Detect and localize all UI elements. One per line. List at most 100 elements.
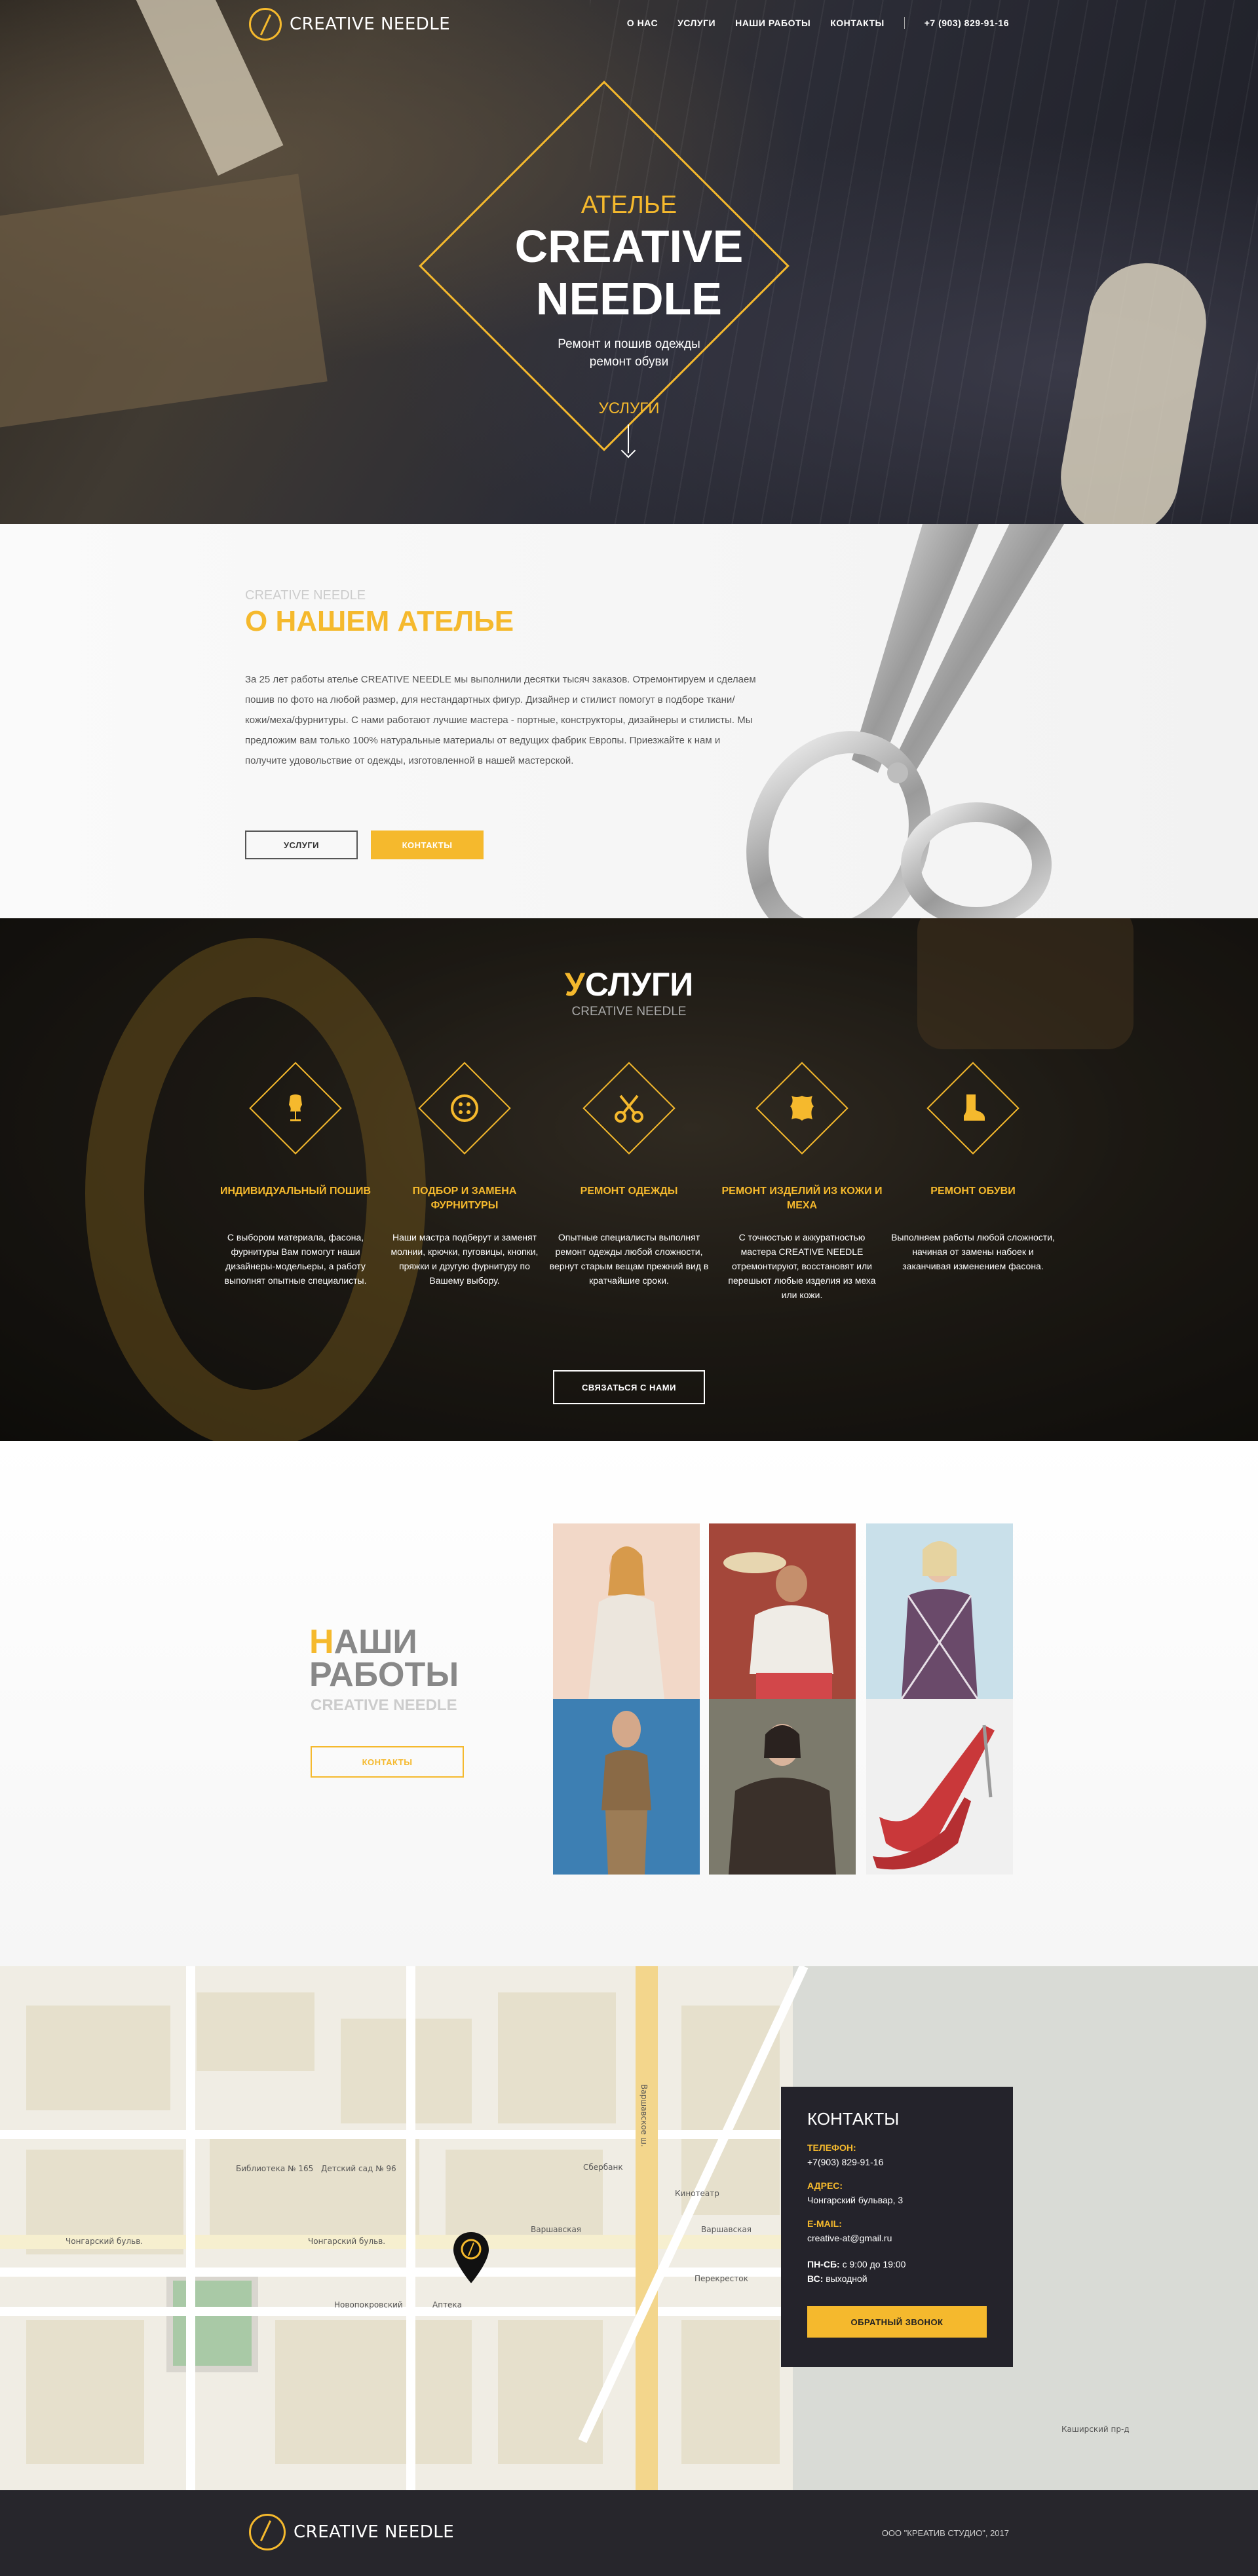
map-marker-icon[interactable] xyxy=(452,2231,490,2285)
contacts-sunday-label: ВС: xyxy=(807,2273,824,2284)
contacts-address-label: АДРЕС: xyxy=(807,2180,843,2191)
map-street xyxy=(0,2130,793,2139)
map-label: Варшавская xyxy=(701,2225,752,2234)
map-block xyxy=(681,2320,780,2464)
service-title: РЕМОНТ ИЗДЕЛИЙ ИЗ КОЖИ И МЕХА xyxy=(721,1185,883,1211)
map-label: Аптека xyxy=(432,2300,463,2309)
service-item: РЕМОНТ ОБУВИ Выполняем работы любой слож… xyxy=(891,1062,1055,1273)
services-section: УСЛУГИ CREATIVE NEEDLE ИНДИВИДУАЛЬНЫЙ ПО… xyxy=(0,918,1258,1441)
map-section[interactable]: Чонгарский бульв. Чонгарский бульв. Варш… xyxy=(0,1966,1258,2490)
scissors-image xyxy=(746,524,1064,918)
service-desc: Опытные специалисты выполнят ремонт одеж… xyxy=(549,1232,709,1286)
service-desc: С выбором материала, фасона, фурнитуры В… xyxy=(224,1232,367,1286)
hero-section: АТЕЛЬЕ CREATIVE NEEDLE Ремонт и пошив од… xyxy=(0,0,1258,524)
works-title-line2: РАБОТЫ xyxy=(309,1656,459,1694)
map-label: Каширский пр-д xyxy=(1061,2425,1130,2434)
map-block xyxy=(498,2320,603,2464)
map-street xyxy=(406,1966,415,2490)
contacts-phone-label: ТЕЛЕФОН: xyxy=(807,2142,856,2153)
logo-text: CREATIVE NEEDLE xyxy=(290,14,451,34)
nav-link-about[interactable]: О НАС xyxy=(627,18,658,28)
footer-needle-logo-icon xyxy=(249,2514,286,2550)
map-street xyxy=(186,1966,195,2490)
needle-logo-icon xyxy=(249,8,282,41)
map-block xyxy=(275,2320,472,2464)
hero-title-line1: CREATIVE xyxy=(514,221,744,272)
work-photo-khaki-suit[interactable] xyxy=(553,1699,700,1875)
work-photo-fur-coat[interactable] xyxy=(709,1699,856,1875)
hero-services-link[interactable]: УСЛУГИ xyxy=(0,400,1258,418)
callback-button[interactable]: ОБРАТНЫЙ ЗВОНОК xyxy=(807,2306,987,2338)
works-contacts-button[interactable]: КОНТАКТЫ xyxy=(311,1746,464,1778)
service-item: ПОДБОР И ЗАМЕНА ФУРНИТУРЫ Наши мастра по… xyxy=(383,1062,546,1288)
map-block xyxy=(210,2137,419,2235)
map-label: Чонгарский бульв. xyxy=(66,2237,143,2246)
contacts-hours-label: ПН-СБ: xyxy=(807,2259,840,2269)
map-label: Варшавское ш. xyxy=(639,2084,649,2147)
service-item: РЕМОНТ ИЗДЕЛИЙ ИЗ КОЖИ И МЕХА С точность… xyxy=(720,1062,884,1302)
scissors-icon xyxy=(598,1077,660,1140)
contacts-hours-value: с 9:00 до 19:00 xyxy=(842,2259,906,2269)
map-block xyxy=(26,2320,144,2464)
map-block xyxy=(26,2006,170,2110)
hero-title: CREATIVE NEEDLE xyxy=(0,220,1258,325)
nav-link-contacts[interactable]: КОНТАКТЫ xyxy=(830,18,884,28)
map-stadium xyxy=(166,2274,258,2372)
services-title-rest: СЛУГИ xyxy=(584,966,694,1003)
service-diamond xyxy=(582,1062,676,1155)
nav-link-services[interactable]: УСЛУГИ xyxy=(677,18,715,28)
about-contacts-button[interactable]: КОНТАКТЫ xyxy=(371,831,484,859)
contact-us-button[interactable]: СВЯЗАТЬСЯ С НАМИ xyxy=(553,1370,705,1404)
contacts-sunday: ВС: выходной xyxy=(807,2273,987,2284)
work-photo-white-dress[interactable] xyxy=(553,1523,700,1699)
map-block xyxy=(498,1992,616,2123)
works-title-line1: НАШИ xyxy=(309,1625,459,1659)
works-section: НАШИ РАБОТЫ CREATIVE NEEDLE КОНТАКТЫ xyxy=(0,1441,1258,1966)
service-diamond xyxy=(755,1062,848,1155)
map-label: Сбербанк xyxy=(583,2163,623,2172)
work-photo-red-shoes[interactable] xyxy=(866,1699,1013,1875)
services-title-accent: У xyxy=(564,966,585,1003)
nav-divider xyxy=(904,17,905,29)
footer-logo[interactable]: CREATIVE NEEDLE xyxy=(249,2514,454,2550)
map-label: Варшавская xyxy=(531,2225,582,2234)
about-text: За 25 лет работы ателье CREATIVE NEEDLE … xyxy=(245,674,756,766)
button-icon xyxy=(433,1077,496,1140)
hero-title-line2: NEEDLE xyxy=(536,273,722,324)
service-title: ИНДИВИДУАЛЬНЫЙ ПОШИВ xyxy=(219,1185,372,1197)
about-services-button[interactable]: УСЛУГИ xyxy=(245,831,358,859)
map-label: Перекресток xyxy=(695,2274,748,2283)
leather-icon xyxy=(771,1077,833,1140)
works-title: НАШИ РАБОТЫ xyxy=(309,1625,459,1694)
contacts-email[interactable]: creative-at@gmail.ru xyxy=(807,2233,987,2243)
contacts-address: Чонгарский бульвар, 3 xyxy=(807,2195,904,2205)
service-desc: С точностью и аккуратностью мастера CREA… xyxy=(728,1232,876,1300)
hero-subtitle-line2: ремонт обуви xyxy=(589,355,669,369)
contacts-card: КОНТАКТЫ ТЕЛЕФОН: +7(903) 829-91-16 АДРЕ… xyxy=(781,2087,1013,2367)
site-logo[interactable]: CREATIVE NEEDLE xyxy=(249,8,450,41)
footer-copyright: ООО "КРЕАТИВ СТУДИО", 2017 xyxy=(881,2528,1009,2538)
about-subtitle: CREATIVE NEEDLE xyxy=(245,588,366,603)
service-desc: Выполняем работы любой сложности, начина… xyxy=(891,1232,1055,1271)
nav-link-works[interactable]: НАШИ РАБОТЫ xyxy=(735,18,810,28)
map-block xyxy=(197,1992,314,2071)
service-diamond xyxy=(418,1062,511,1155)
about-section: CREATIVE NEEDLE О НАШЕМ АТЕЛЬЕ За 25 лет… xyxy=(0,524,1258,918)
services-title: УСЛУГИ xyxy=(0,965,1258,1003)
map-label: Детский сад № 96 xyxy=(321,2164,396,2173)
work-photo-man-hat[interactable] xyxy=(709,1523,856,1699)
work-photo-checked-coat[interactable] xyxy=(866,1523,1013,1699)
map-label: Библиотека № 165 xyxy=(236,2164,314,2173)
mannequin-icon xyxy=(264,1077,327,1140)
contacts-phone[interactable]: +7(903) 829-91-16 xyxy=(807,2157,987,2167)
map-street xyxy=(0,2268,793,2277)
nav-phone[interactable]: +7 (903) 829-91-16 xyxy=(924,18,1009,28)
map-street-varshavskoe xyxy=(636,1966,658,2490)
contacts-hours: ПН-СБ: с 9:00 до 19:00 xyxy=(807,2259,987,2269)
hero-subtitle-line1: Ремонт и пошив одежды xyxy=(558,337,700,351)
works-subtitle: CREATIVE NEEDLE xyxy=(311,1696,457,1714)
about-title: О НАШЕМ АТЕЛЬЕ xyxy=(245,605,514,637)
services-subtitle: CREATIVE NEEDLE xyxy=(571,1005,687,1018)
top-navigation: CREATIVE NEEDLE О НАС УСЛУГИ НАШИ РАБОТЫ… xyxy=(0,0,1258,47)
service-item: РЕМОНТ ОДЕЖДЫ Опытные специалисты выполн… xyxy=(547,1062,711,1288)
